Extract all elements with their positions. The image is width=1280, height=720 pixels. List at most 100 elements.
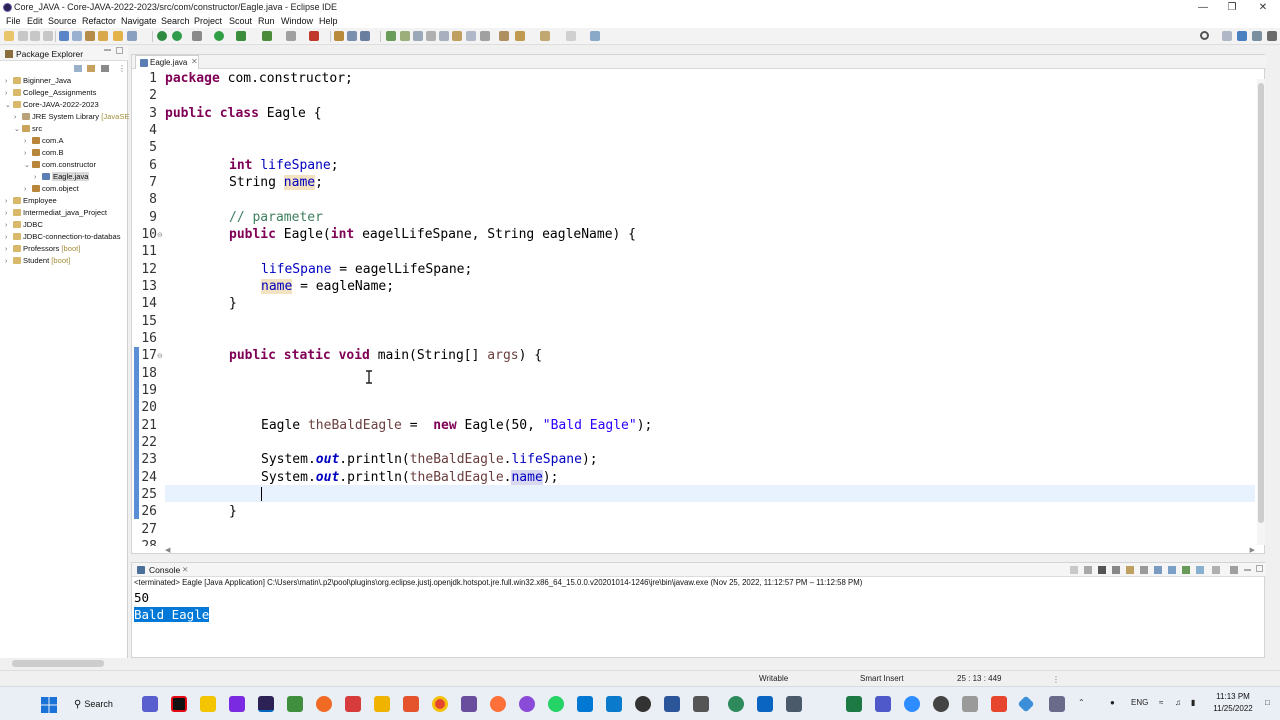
toggle-mark-icon[interactable] xyxy=(386,31,396,41)
show-on-output-icon[interactable] xyxy=(1154,566,1162,574)
windows-start-icon[interactable] xyxy=(41,697,57,713)
prev-edit-icon[interactable] xyxy=(466,31,476,41)
close-tab-icon[interactable]: ✕ xyxy=(191,57,198,66)
outlook-icon[interactable] xyxy=(757,696,773,712)
maximize-view-icon[interactable] xyxy=(116,47,123,54)
package-explorer-tab[interactable]: Package Explorer xyxy=(0,46,128,61)
code-line-1[interactable]: package com.constructor; xyxy=(165,70,353,87)
app-orange2-icon[interactable] xyxy=(991,696,1007,712)
fold-toggle-icon[interactable]: ⊖ xyxy=(157,231,163,239)
perspective-java-icon[interactable] xyxy=(1237,31,1247,41)
pin-editor-icon[interactable] xyxy=(439,31,449,41)
teams-work-icon[interactable] xyxy=(875,696,891,712)
coverage-icon[interactable] xyxy=(157,31,167,41)
word-wrap-console-icon[interactable] xyxy=(1140,566,1148,574)
tree-item-biginner-java[interactable]: › Biginner_Java xyxy=(5,75,71,87)
pin-console-icon[interactable] xyxy=(1182,566,1190,574)
code-line-23[interactable]: System.out.println(theBaldEagle.lifeSpan… xyxy=(261,451,598,468)
code-line-21[interactable]: Eagle theBaldEagle = new Eagle(50, "Bald… xyxy=(261,417,652,434)
tree-item-intermediat-java-project[interactable]: › Intermediat_java_Project xyxy=(5,207,107,219)
terminate-icon[interactable] xyxy=(1084,566,1092,574)
app-orange-icon[interactable] xyxy=(316,696,332,712)
file-explorer-icon[interactable] xyxy=(374,696,390,712)
sticky-notes-icon[interactable] xyxy=(200,696,216,712)
status-menu-icon[interactable]: ⋮ xyxy=(1052,675,1060,684)
code-line-6[interactable]: int lifeSpane; xyxy=(229,157,339,174)
code-line-12[interactable]: lifeSpane = eagelLifeSpane; xyxy=(261,261,472,278)
menu-run[interactable]: Run xyxy=(258,16,275,26)
tree-item-jre-library[interactable]: › JRE System Library [JavaSE xyxy=(14,111,130,123)
visual-studio-icon[interactable] xyxy=(229,696,245,712)
new-package-icon[interactable] xyxy=(85,31,95,41)
editor-horizontal-scrollbar[interactable]: ◀ ▶ xyxy=(165,546,1255,554)
code-line-9[interactable]: // parameter xyxy=(229,209,323,226)
language-indicator[interactable]: ENG xyxy=(1131,698,1148,707)
menu-file[interactable]: File xyxy=(6,16,21,26)
word-wrap-icon[interactable] xyxy=(426,31,436,41)
notifications-icon[interactable]: □ xyxy=(1265,698,1270,707)
app-purple-icon[interactable] xyxy=(461,696,477,712)
servers-icon[interactable] xyxy=(309,31,319,41)
search-files-icon[interactable] xyxy=(127,31,137,41)
app-light-icon[interactable] xyxy=(962,696,978,712)
stop-icon[interactable] xyxy=(286,31,296,41)
zoom-icon[interactable] xyxy=(904,696,920,712)
debug-icon[interactable] xyxy=(192,31,202,41)
taskbar-clock[interactable]: 11:13 PM 11/25/2022 xyxy=(1205,691,1261,715)
terminal-icon[interactable] xyxy=(59,31,69,41)
back-icon[interactable] xyxy=(515,31,525,41)
menu-navigate[interactable]: Navigate xyxy=(121,16,157,26)
code-line-17[interactable]: public static void main(String[] args) { xyxy=(229,347,542,364)
clear-console-icon[interactable] xyxy=(1112,566,1120,574)
firefox-icon[interactable] xyxy=(490,696,506,712)
app-green-icon[interactable] xyxy=(728,696,744,712)
whatsapp-icon[interactable] xyxy=(548,696,564,712)
tree-item-jdbc[interactable]: › JDBC xyxy=(5,219,43,231)
annotation-icon[interactable] xyxy=(452,31,462,41)
view-menu-icon[interactable]: ⋮ xyxy=(118,64,126,73)
display-selected-console-icon[interactable] xyxy=(1196,566,1204,574)
office-icon[interactable] xyxy=(403,696,419,712)
show-on-error-icon[interactable] xyxy=(1168,566,1176,574)
menu-scout[interactable]: Scout xyxy=(229,16,252,26)
menu-window[interactable]: Window xyxy=(281,16,313,26)
forward-icon[interactable] xyxy=(540,31,550,41)
volume-icon[interactable]: ♫ xyxy=(1175,698,1181,707)
code-line-13[interactable]: name = eagleName; xyxy=(261,278,394,295)
last-edit-location-icon[interactable] xyxy=(499,31,509,41)
minimize-console-icon[interactable] xyxy=(1244,569,1251,571)
close-window-button[interactable]: ✕ xyxy=(1246,0,1280,15)
tree-item-employee[interactable]: › Employee xyxy=(5,195,57,207)
excel-icon[interactable] xyxy=(846,696,862,712)
menu-refactor[interactable]: Refactor xyxy=(82,16,116,26)
app-red-icon[interactable] xyxy=(345,696,361,712)
microphone-icon[interactable]: ● xyxy=(1110,698,1115,707)
app-tool-icon[interactable] xyxy=(1049,696,1065,712)
vscode-icon[interactable] xyxy=(606,696,622,712)
code-line-26[interactable]: } xyxy=(229,503,237,520)
editor-vertical-scrollbar[interactable] xyxy=(1257,79,1265,545)
link-editor-icon[interactable] xyxy=(87,65,95,72)
menu-help[interactable]: Help xyxy=(319,16,338,26)
teams-icon[interactable] xyxy=(142,696,158,712)
console-tab[interactable]: Console ✕ xyxy=(132,563,1266,577)
tree-item-com-a[interactable]: › com.A xyxy=(24,135,64,147)
console-view-menu-icon[interactable] xyxy=(1230,566,1238,574)
code-line-7[interactable]: String name; xyxy=(229,174,323,191)
forward-nav-icon[interactable] xyxy=(566,31,576,41)
mail-icon[interactable] xyxy=(577,696,593,712)
tree-item-college-assignments[interactable]: › College_Assignments xyxy=(5,87,96,99)
tree-item-student[interactable]: › Student [boot] xyxy=(5,255,70,267)
netflix-icon[interactable] xyxy=(171,696,187,712)
new-class-icon[interactable] xyxy=(98,31,108,41)
app-dark-icon[interactable] xyxy=(933,696,949,712)
code-line-10[interactable]: public Eagle(int eagelLifeSpane, String … xyxy=(229,226,636,243)
scroll-lock-icon[interactable] xyxy=(1126,566,1134,574)
open-perspective-icon[interactable] xyxy=(590,31,600,41)
taskbar-search[interactable]: ⚲ Search xyxy=(74,696,132,713)
refresh-icon[interactable] xyxy=(172,31,182,41)
menu-search[interactable]: Search xyxy=(161,16,190,26)
editor-tab-eagle-java[interactable]: Eagle.java ✕ xyxy=(135,55,199,69)
tray-overflow-icon[interactable]: ⌃ xyxy=(1078,698,1085,707)
scrollbar-thumb[interactable] xyxy=(1258,83,1264,523)
